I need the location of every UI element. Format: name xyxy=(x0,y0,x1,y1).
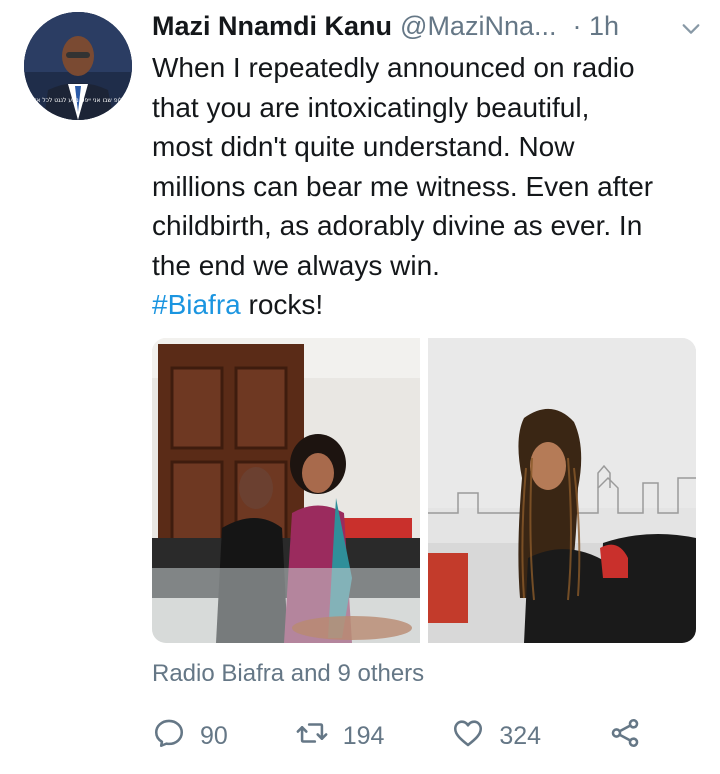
tweet-text-suffix: rocks! xyxy=(240,289,324,320)
like-count: 324 xyxy=(499,721,542,750)
timestamp-dot: · xyxy=(572,10,582,41)
reply-button[interactable]: 90 xyxy=(152,716,228,757)
display-name[interactable]: Mazi Nnamdi Kanu xyxy=(152,11,392,42)
tweet-text-line: When I repeatedly announced on radio xyxy=(152,52,635,83)
share-icon xyxy=(608,716,642,757)
hashtag-link[interactable]: #Biafra xyxy=(152,289,241,320)
tweet-actions: 90 194 324 xyxy=(152,712,642,760)
chevron-down-icon[interactable] xyxy=(680,16,702,38)
tweet-text-line: childbirth, as adorably divine as ever. … xyxy=(152,210,643,241)
tweet-header: Mazi Nnamdi Kanu @MaziNna... · 1h xyxy=(152,6,702,46)
tweet-timestamp[interactable]: · 1h xyxy=(572,11,619,42)
heart-icon xyxy=(451,716,485,757)
tweet-media xyxy=(152,338,696,643)
tweet-text-last-line: #Biafra rocks! xyxy=(152,285,702,325)
tweet-text-line: most didn't quite understand. Now xyxy=(152,131,575,162)
timestamp-value: 1h xyxy=(589,10,620,41)
liked-by-text[interactable]: Radio Biafra and 9 others xyxy=(152,660,424,688)
retweet-button[interactable]: 194 xyxy=(295,716,385,757)
retweet-icon xyxy=(295,716,329,757)
user-handle[interactable]: @MaziNna... xyxy=(400,11,556,42)
reply-icon xyxy=(152,716,186,757)
tweet-text: When I repeatedly announced on radio tha… xyxy=(152,48,702,325)
reply-count: 90 xyxy=(200,721,228,750)
share-button[interactable] xyxy=(608,716,642,757)
tweet-text-line: the end we always win. xyxy=(152,249,440,281)
tweet-photo-2[interactable] xyxy=(428,338,696,643)
tweet-text-line: millions can bear me witness. Even after xyxy=(152,170,654,202)
tweet-photo-1[interactable] xyxy=(152,338,420,643)
tweet-text-line: that you are intoxicatingly beautiful, xyxy=(152,91,590,123)
user-avatar[interactable]: קלופ שבו אני ייפט נגוע לנגט לכל אדם xyxy=(24,12,132,120)
like-button[interactable]: 324 xyxy=(451,716,541,757)
retweet-count: 194 xyxy=(342,721,385,750)
avatar-overlay-text: קלופ שבו אני ייפט נגוע לנגט לכל אדם xyxy=(29,97,127,104)
